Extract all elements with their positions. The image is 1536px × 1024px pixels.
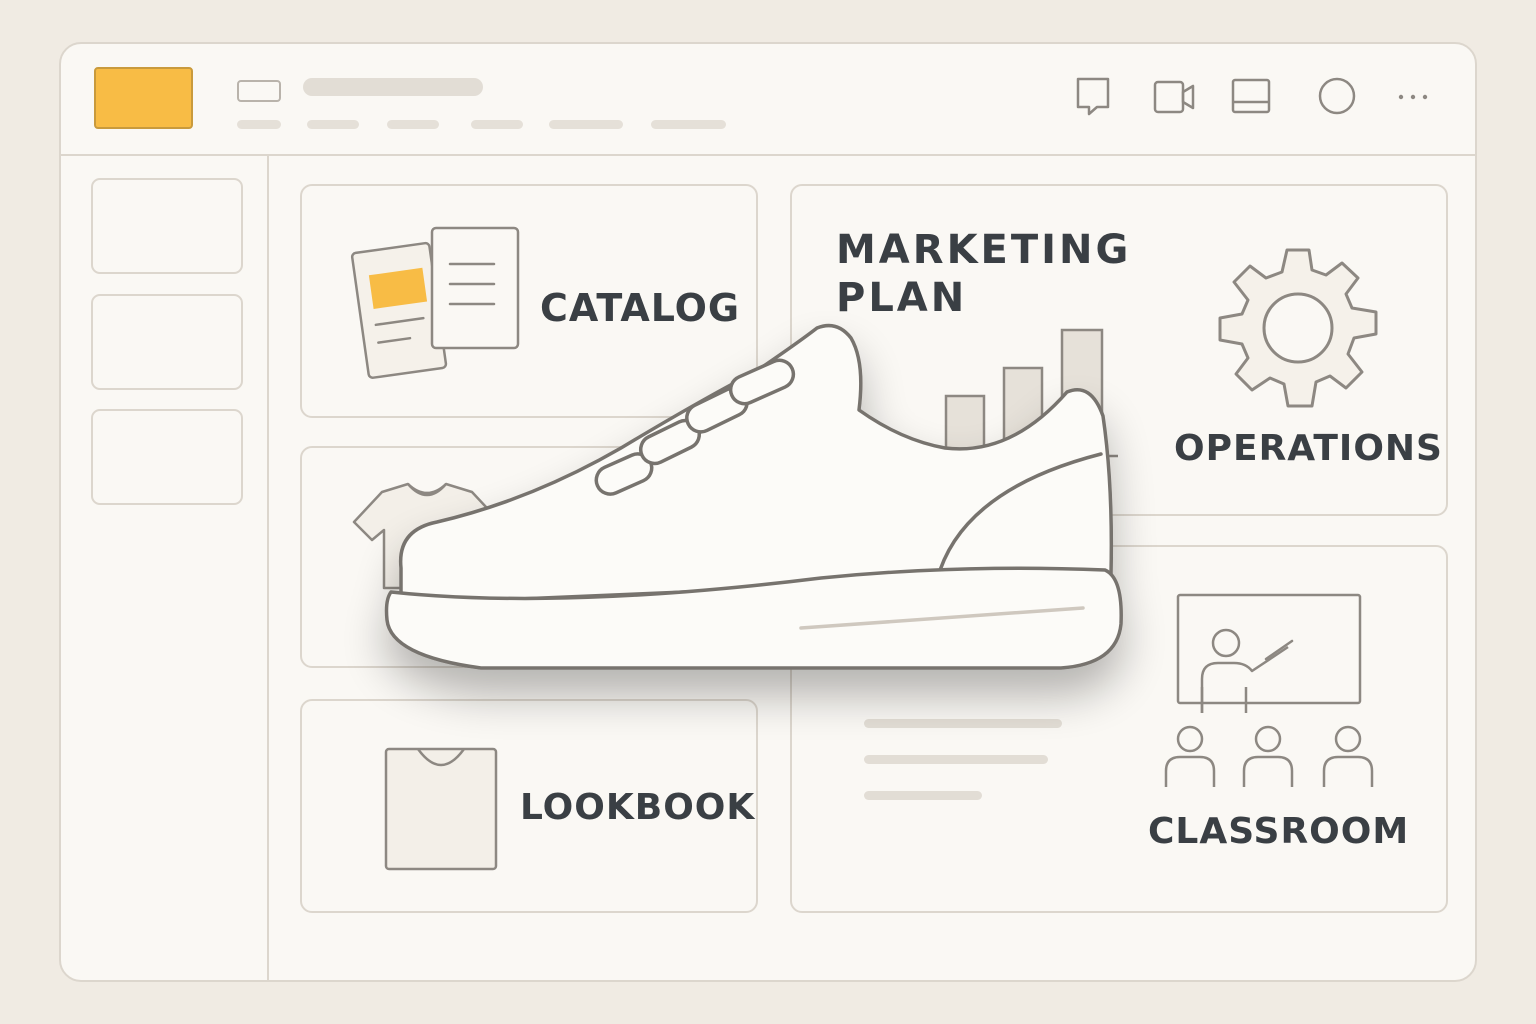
sneaker-icon	[384, 323, 1123, 670]
app-window: CATALOG MARKETING PLAN OPERATIONS LOOKBO…	[59, 42, 1477, 982]
